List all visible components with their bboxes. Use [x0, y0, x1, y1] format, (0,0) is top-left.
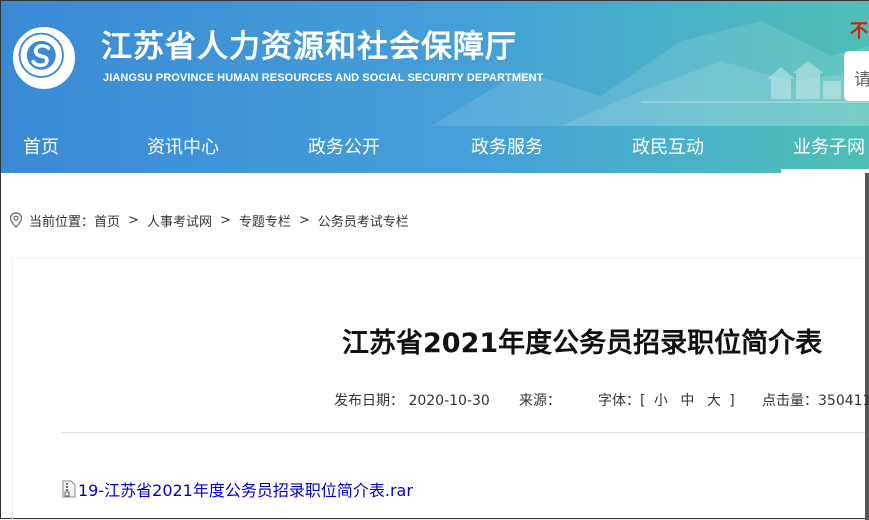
- breadcrumb-item-civil-service-exam[interactable]: 公务员考试专栏: [318, 211, 409, 230]
- breadcrumb-separator: >: [298, 212, 310, 228]
- main-nav: 首页 资讯中心 政务公开 政务服务 政民互动 业务子网: [1, 126, 869, 173]
- nav-item-home[interactable]: 首页: [23, 126, 59, 173]
- source: 来源：: [519, 390, 561, 410]
- nav-item-interaction[interactable]: 政民互动: [632, 126, 704, 173]
- breadcrumb-item-home[interactable]: 首页: [94, 211, 120, 230]
- font-large-button[interactable]: 大: [707, 393, 721, 409]
- hit-count-value: 350411: [818, 393, 869, 409]
- header-slogan: 不: [850, 21, 868, 42]
- font-size-close-bracket: ]: [729, 393, 735, 409]
- location-pin-icon: [9, 212, 23, 228]
- hit-count-label: 点击量：: [762, 393, 818, 409]
- font-small-button[interactable]: 小: [654, 393, 668, 409]
- search-input[interactable]: 请: [844, 51, 869, 101]
- site-title: 江苏省人力资源和社会保障厅: [101, 29, 517, 65]
- breadcrumb-item-exam-network[interactable]: 人事考试网: [147, 211, 212, 230]
- department-logo[interactable]: [13, 27, 75, 89]
- breadcrumb: 当前位置： 首页 > 人事考试网 > 专题专栏 > 公务员考试专栏: [9, 210, 409, 230]
- breadcrumb-item-special-topics[interactable]: 专题专栏: [239, 211, 291, 230]
- rar-file-icon: [62, 480, 76, 498]
- font-size-label: 字体：[: [598, 393, 646, 409]
- site-header: 江苏省人力资源和社会保障厅 JIANGSU PROVINCE HUMAN RES…: [1, 1, 869, 173]
- source-label: 来源：: [519, 393, 561, 409]
- breadcrumb-separator: >: [128, 212, 139, 228]
- hit-count: 点击量：350411: [762, 390, 869, 410]
- font-medium-button[interactable]: 中: [680, 393, 694, 409]
- article-title: 江苏省2021年度公务员招录职位简介表: [342, 328, 823, 359]
- nav-item-government-services[interactable]: 政务服务: [471, 126, 543, 173]
- nav-item-news-center[interactable]: 资讯中心: [147, 126, 219, 173]
- publish-date: 发布日期： 2020-10-30: [334, 390, 490, 410]
- nav-item-business-subnet[interactable]: 业务子网: [781, 126, 869, 173]
- attachment-link[interactable]: 19-江苏省2021年度公务员招录职位简介表.rar: [78, 477, 413, 501]
- publish-date-value: 2020-10-30: [408, 393, 490, 409]
- breadcrumb-prefix: 当前位置：: [29, 214, 95, 230]
- page-edge-bar: [865, 173, 869, 520]
- font-size-controls: 字体：[ 小 中 大 ]: [598, 390, 735, 410]
- emblem-icon: [16, 30, 66, 80]
- article-divider: [61, 432, 865, 433]
- site-subtitle: JIANGSU PROVINCE HUMAN RESOURCES AND SOC…: [103, 72, 544, 84]
- publish-date-label: 发布日期：: [334, 393, 404, 409]
- breadcrumb-separator: >: [219, 212, 231, 228]
- attachment-item[interactable]: 19-江苏省2021年度公务员招录职位简介表.rar: [61, 477, 413, 501]
- search-placeholder: 请: [854, 70, 869, 90]
- nav-item-government-affairs[interactable]: 政务公开: [308, 126, 380, 173]
